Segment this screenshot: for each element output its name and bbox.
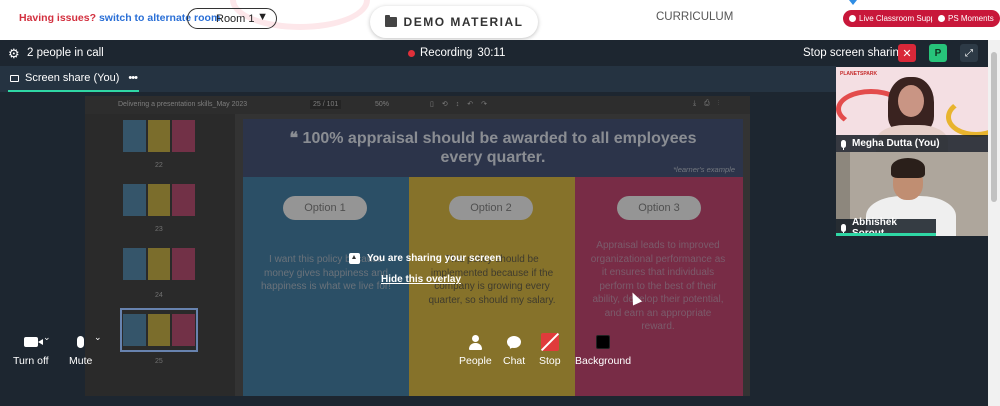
more-options-icon[interactable]: ••• [128,72,138,84]
participant-name: Megha Dutta (You) [852,138,940,149]
tab-bar: Screen share (You) ••• [0,66,836,92]
sharing-message-text: You are sharing your screen [367,253,502,264]
recording-time: 30:11 [477,47,506,59]
mute-label: Mute [69,355,93,367]
name-tag: Megha Dutta (You) [836,135,988,152]
people-icon [469,335,483,350]
camera-icon [23,337,38,347]
demo-material-button[interactable]: DEMO MATERIAL [370,6,538,38]
ps-moments-label: PS Moments [948,14,994,23]
background-label: Background [575,355,632,367]
upload-icon [349,253,360,264]
tab-label: Screen share (You) [25,72,120,84]
recording-dot-icon [408,49,415,57]
mic-icon [841,139,846,150]
chat-button[interactable]: Chat [503,333,525,367]
chevron-down-icon[interactable]: ⌄ [43,332,51,343]
call-window: ⚙ 2 people in call Recording 30:11 Stop … [0,40,988,406]
mute-button[interactable]: Mute [69,333,92,367]
chat-label: Chat [503,355,526,367]
curriculum-tab[interactable]: CURRICULUM [656,11,733,23]
monitor-icon [10,74,19,82]
sharing-message: You are sharing your screen [349,253,501,264]
expand-icon[interactable]: ⤢ [960,44,978,62]
speaking-indicator [836,233,936,236]
issues-text: Having issues? [19,12,97,24]
call-header: ⚙ 2 people in call Recording 30:11 Stop … [0,40,988,66]
room-select[interactable]: Room 1 ▼ [187,8,277,29]
avatar[interactable]: P [929,44,947,62]
decorative-wave [946,97,988,137]
stop-sharing-icon [540,333,559,351]
scrollbar-thumb[interactable] [991,52,997,202]
hide-overlay-link[interactable]: Hide this overlay [381,274,461,285]
people-button[interactable]: People [459,333,492,367]
chevron-down-icon[interactable]: ⌄ [94,332,102,343]
folder-icon [384,15,397,27]
participant-tile[interactable]: Abhishek Sorout [836,152,988,236]
close-circle-icon [849,15,856,22]
stop-label: Stop [539,355,561,367]
ps-moments-button[interactable]: PS Moments [932,10,1000,27]
people-label: People [459,355,492,367]
brand-logo: PLANETSPARK [840,71,878,77]
background-button[interactable]: Background [575,333,631,367]
recording-label: Recording [420,47,473,59]
microphone-icon [77,336,85,348]
recording-status: Recording 30:11 [408,47,505,59]
stop-screen-sharing-label[interactable]: Stop screen sharing [803,47,905,59]
people-count: 2 people in call [27,47,104,59]
top-bar: Having issues? switch to alternate room … [0,0,1000,40]
tab-screen-share[interactable]: Screen share (You) ••• [8,66,139,92]
gear-icon[interactable]: ⚙ [8,46,20,62]
ps-moments-icon [938,15,945,22]
chat-icon [507,336,522,348]
camera-label: Turn off [13,355,49,367]
share-overlay [85,96,750,396]
background-icon [596,335,611,349]
dropdown-arrow-icon: ▼ [257,11,268,23]
indicator-arrow-icon [849,0,857,5]
mic-icon [841,223,846,234]
close-icon[interactable]: ✕ [898,44,916,62]
demo-material-label: DEMO MATERIAL [403,15,524,29]
shared-screen: Delivering a presentation skills_May 202… [85,96,750,396]
participant-video [891,158,925,178]
room-select-value: Room 1 [216,12,255,25]
stop-share-button[interactable]: Stop [539,333,561,367]
participant-tile-you[interactable]: PLANETSPARK Megha Dutta (You) [836,67,988,152]
participant-face [898,85,924,117]
